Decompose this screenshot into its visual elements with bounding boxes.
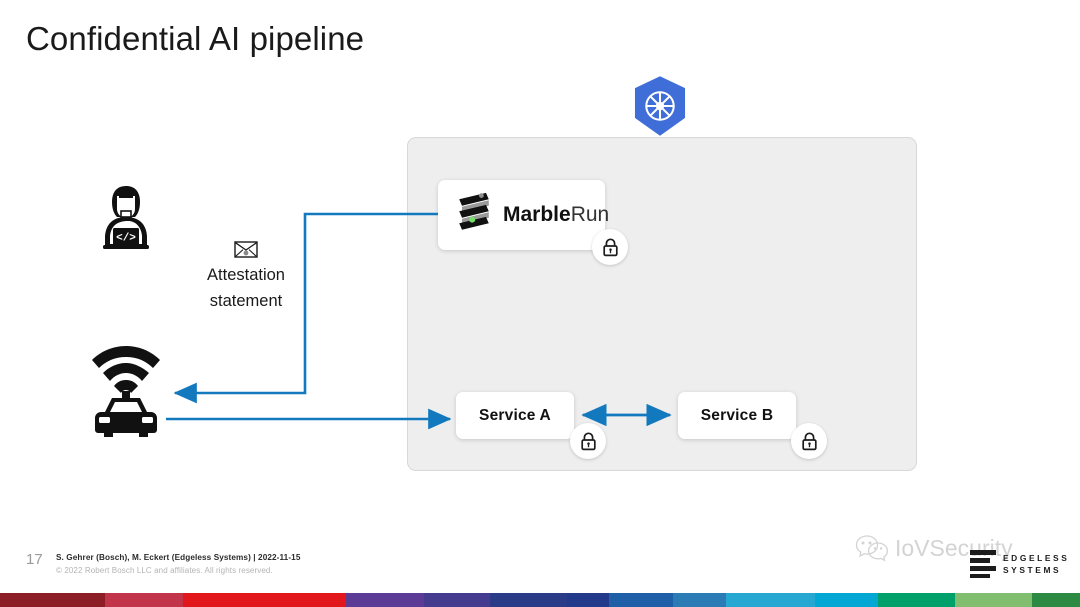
- marblerun-brand-light: Run: [570, 203, 610, 226]
- supergraphic-segment-6: [567, 593, 609, 607]
- marblerun-node[interactable]: MarbleRun: [438, 180, 609, 250]
- marblerun-lock-badge: [592, 229, 628, 265]
- supergraphic-segment-5: [489, 593, 568, 607]
- attestation-statement-label: Attestation statement: [186, 241, 306, 314]
- service-b-node[interactable]: Service B: [678, 392, 796, 439]
- supergraphic-segment-7: [608, 593, 673, 607]
- service-b-lock-badge: [791, 423, 827, 459]
- attestation-line-1: Attestation: [207, 266, 285, 284]
- lock-icon: [602, 237, 618, 256]
- attestation-line-2: statement: [209, 291, 283, 310]
- supergraphic-segment-12: [954, 593, 1033, 607]
- edgeless-line-2: SYSTEMS: [1003, 565, 1062, 575]
- supergraphic-segment-13: [1032, 593, 1080, 607]
- connected-car-icon: [88, 334, 164, 438]
- marblerun-brand-bold: Marble: [503, 203, 571, 226]
- wechat-logo-icon: [855, 535, 889, 562]
- lock-icon: [580, 431, 596, 450]
- marblerun-helix-icon: [459, 192, 489, 230]
- edgeless-systems-logo: EDGELESS SYSTEMS: [970, 549, 1069, 579]
- edgeless-wordmark: EDGELESS SYSTEMS: [1003, 552, 1069, 576]
- supergraphic-segment-2: [183, 593, 346, 607]
- slide-canvas: Confidential AI pipeline MarbleRun Servi…: [0, 0, 1080, 607]
- edgeless-bars-icon: [970, 550, 996, 578]
- footer-copyright: © 2022 Robert Bosch LLC and affiliates. …: [56, 566, 273, 575]
- page-number: 17: [26, 551, 43, 568]
- svg-text:</>: </>: [116, 233, 136, 245]
- service-a-lock-badge: [570, 423, 606, 459]
- supergraphic-segment-3: [345, 593, 424, 607]
- service-a-node[interactable]: Service A: [456, 392, 574, 439]
- lock-icon: [801, 431, 817, 450]
- supergraphic-segment-10: [815, 593, 878, 607]
- envelope-icon: [234, 241, 258, 258]
- developer-at-laptop-icon: </>: [95, 184, 157, 256]
- kubernetes-logo-icon: [630, 75, 690, 137]
- attestation-text: Attestation statement: [186, 263, 306, 314]
- supergraphic-segment-8: [672, 593, 726, 607]
- bosch-supergraphic-stripe: [0, 593, 1080, 607]
- page-title: Confidential AI pipeline: [26, 20, 365, 57]
- marblerun-wordmark: MarbleRun: [503, 203, 609, 227]
- supergraphic-segment-9: [725, 593, 816, 607]
- edgeless-line-1: EDGELESS: [1003, 552, 1070, 563]
- service-b-label: Service B: [700, 406, 774, 424]
- supergraphic-segment-0: [0, 593, 106, 607]
- supergraphic-segment-1: [105, 593, 184, 607]
- supergraphic-segment-11: [877, 593, 955, 607]
- footer-authors: S. Gehrer (Bosch), M. Eckert (Edgeless S…: [56, 553, 301, 562]
- service-a-label: Service A: [479, 406, 551, 424]
- supergraphic-segment-4: [423, 593, 490, 607]
